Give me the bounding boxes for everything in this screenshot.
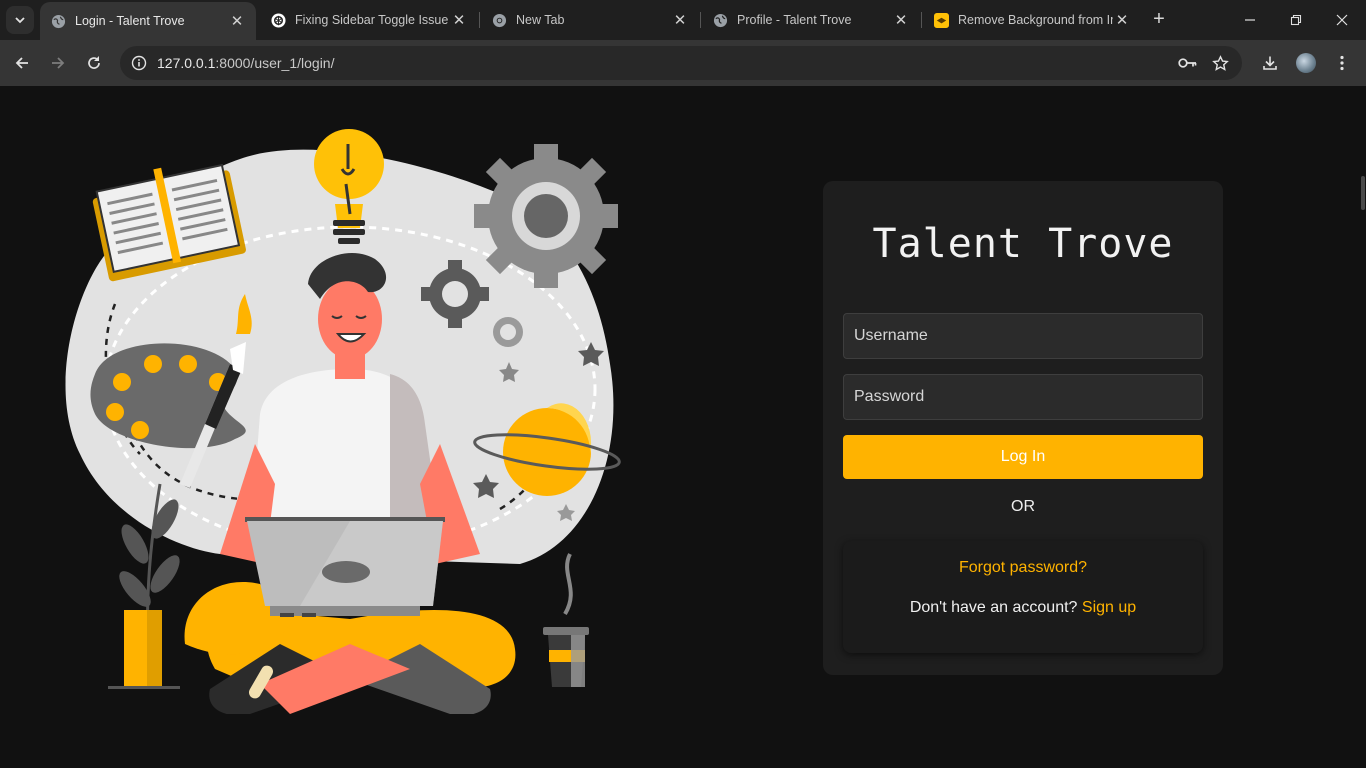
minimize-button[interactable]	[1227, 0, 1273, 40]
reload-button[interactable]	[79, 48, 109, 78]
globe-icon	[712, 12, 728, 28]
bookmark-star-icon[interactable]	[1209, 52, 1231, 74]
scrollbar-thumb[interactable]	[1361, 176, 1365, 210]
tab-title: Remove Background from Im	[958, 13, 1113, 27]
restore-button[interactable]	[1273, 0, 1319, 40]
chrome-icon	[491, 12, 507, 28]
profile-button[interactable]	[1291, 48, 1321, 78]
restore-icon	[1290, 14, 1302, 26]
tab-search-button[interactable]	[6, 6, 34, 34]
username-input[interactable]	[843, 313, 1203, 359]
tab-divider	[921, 12, 922, 28]
gear-icon	[474, 144, 618, 288]
page-content: Talent Trove Log In OR Forgot password? …	[0, 86, 1366, 768]
tab-remove-bg[interactable]: Remove Background from Im ✕	[923, 0, 1141, 40]
downloads-button[interactable]	[1255, 48, 1285, 78]
more-vert-icon	[1340, 55, 1344, 71]
login-button[interactable]: Log In	[843, 435, 1203, 479]
or-divider-text: OR	[1011, 498, 1035, 515]
reload-icon	[88, 56, 100, 69]
removebg-icon	[933, 12, 949, 28]
tab-title: Fixing Sidebar Toggle Issue	[295, 13, 449, 27]
new-tab-button[interactable]: +	[1148, 8, 1170, 32]
account-links-panel: Forgot password? Don't have an account? …	[843, 541, 1203, 653]
coffee-cup-icon	[543, 553, 589, 687]
url-text[interactable]: 127.0.0.1:8000/user_1/login/	[157, 55, 334, 71]
address-bar[interactable]: 127.0.0.1:8000/user_1/login/	[120, 46, 1242, 80]
tab-divider	[700, 12, 701, 28]
tab-title: Profile - Talent Trove	[737, 13, 852, 27]
browser-toolbar: 127.0.0.1:8000/user_1/login/	[0, 40, 1366, 86]
tab-login[interactable]: Login - Talent Trove ✕	[40, 2, 256, 40]
close-icon[interactable]: ✕	[228, 12, 246, 30]
login-card: Talent Trove Log In OR Forgot password? …	[823, 181, 1223, 675]
brand-logo-text: Talent Trove	[872, 221, 1174, 267]
tab-strip: Login - Talent Trove ✕ Fixing Sidebar To…	[0, 0, 1366, 40]
url-host: 127.0.0.1	[157, 55, 216, 71]
illustration	[65, 129, 621, 714]
tab-new-tab[interactable]: New Tab ✕	[481, 0, 699, 40]
globe-icon	[50, 13, 66, 29]
download-icon	[1263, 56, 1277, 70]
password-key-icon[interactable]	[1177, 52, 1199, 74]
forgot-password-link[interactable]: Forgot password?	[843, 559, 1203, 577]
signup-link[interactable]: Sign up	[1082, 599, 1136, 616]
close-icon[interactable]: ✕	[892, 11, 910, 29]
no-account-text: Don't have an account?	[909, 599, 1078, 616]
arrow-right-icon	[52, 57, 65, 69]
tab-profile[interactable]: Profile - Talent Trove ✕	[702, 0, 920, 40]
avatar	[1296, 53, 1316, 73]
close-icon	[1336, 14, 1348, 26]
minimize-icon	[1245, 19, 1255, 21]
arrow-left-icon	[15, 57, 28, 69]
forward-button[interactable]	[43, 48, 73, 78]
password-input[interactable]	[843, 374, 1203, 420]
close-icon[interactable]: ✕	[671, 11, 689, 29]
back-button[interactable]	[7, 48, 37, 78]
tab-title: New Tab	[516, 13, 565, 27]
tab-title: Login - Talent Trove	[75, 14, 185, 28]
close-window-button[interactable]	[1319, 0, 1365, 40]
tab-sidebar-issue[interactable]: Fixing Sidebar Toggle Issue ✕	[260, 0, 478, 40]
openai-icon	[270, 12, 286, 28]
menu-button[interactable]	[1327, 48, 1357, 78]
close-icon[interactable]: ✕	[1113, 11, 1131, 29]
tab-divider	[479, 12, 480, 28]
signup-prompt: Don't have an account? Sign up	[843, 599, 1203, 617]
url-path: :8000/user_1/login/	[215, 55, 335, 71]
site-info-icon[interactable]	[128, 52, 150, 74]
close-icon[interactable]: ✕	[450, 11, 468, 29]
gear-icon	[493, 317, 523, 347]
chevron-down-icon	[15, 17, 25, 24]
